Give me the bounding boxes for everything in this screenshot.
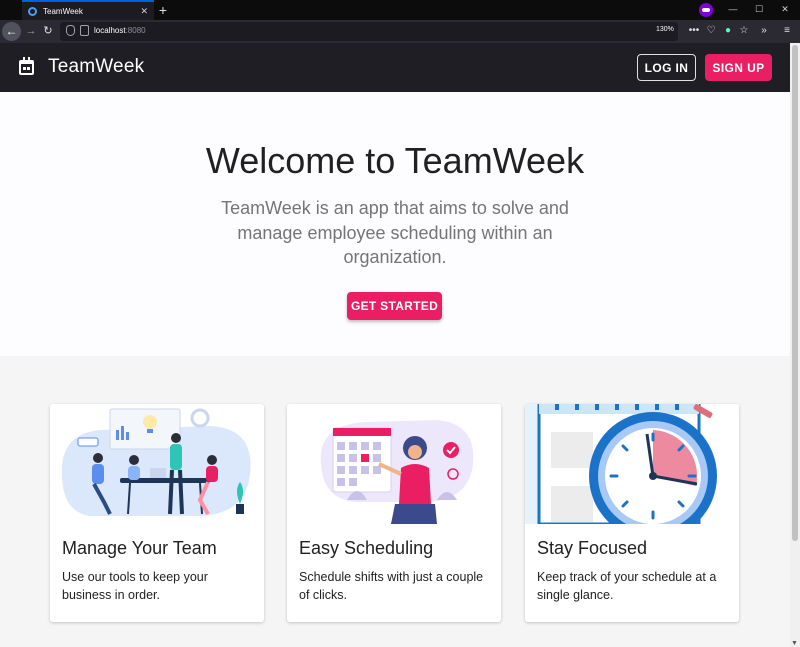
maximize-icon[interactable]: ☐ (748, 2, 770, 16)
browser-window: TeamWeek ✕ + — ☐ ✕ ← → ↻ localhost:8080 … (0, 0, 800, 647)
page-icon (80, 25, 89, 36)
stopwatch-illustration (525, 404, 739, 524)
card-text: Schedule shifts with just a couple of cl… (299, 570, 484, 602)
tab-strip: TeamWeek ✕ + — ☐ ✕ (0, 0, 800, 20)
url-text[interactable]: localhost:8080 (94, 26, 146, 35)
window-close-icon[interactable]: ✕ (774, 2, 796, 16)
card-text: Use our tools to keep your business in o… (62, 570, 208, 602)
get-started-button[interactable]: GET STARTED (347, 292, 442, 320)
minimize-icon[interactable]: — (722, 2, 744, 16)
card-title: Stay Focused (537, 538, 648, 558)
back-icon[interactable]: ← (2, 22, 21, 41)
scrollbar-thumb[interactable] (792, 45, 798, 541)
card-title: Easy Scheduling (299, 538, 434, 558)
tab-title: TeamWeek (43, 6, 83, 16)
extension-icon[interactable]: ● (721, 23, 735, 39)
feature-card-team: Manage Your Team Use our tools to keep y… (50, 404, 264, 622)
hero-title: Welcome to TeamWeek (205, 140, 585, 181)
calendar-icon (19, 57, 34, 75)
card-title: Manage Your Team (62, 538, 217, 558)
app-bar: TeamWeek LOG IN SIGN UP (0, 43, 790, 92)
url-host: localhost (94, 26, 126, 35)
signup-button[interactable]: SIGN UP (705, 54, 772, 81)
pocket-icon[interactable]: ♡ (704, 23, 718, 39)
reload-icon[interactable]: ↻ (41, 23, 55, 39)
brand-title[interactable]: TeamWeek (48, 56, 144, 78)
more-icon[interactable]: ••• (687, 23, 701, 39)
star-icon[interactable]: ☆ (737, 23, 751, 39)
login-button[interactable]: LOG IN (637, 54, 696, 81)
scrollbar[interactable]: ▼ (790, 43, 800, 647)
team-illustration (50, 404, 264, 524)
favicon-icon (28, 6, 37, 16)
scheduling-illustration (287, 404, 501, 524)
browser-tab[interactable]: TeamWeek ✕ (22, 0, 154, 20)
hero-subtitle: TeamWeek is an app that aims to solve an… (221, 198, 569, 267)
new-tab-icon[interactable]: + (156, 1, 170, 19)
menu-icon[interactable]: ≡ (780, 23, 794, 39)
hero-section: Welcome to TeamWeek TeamWeek is an app t… (0, 92, 790, 356)
feature-card-focus: Stay Focused Keep track of your schedule… (525, 404, 739, 622)
feature-card-scheduling: Easy Scheduling Schedule shifts with jus… (287, 404, 501, 622)
overflow-icon[interactable]: » (757, 23, 771, 39)
zoom-indicator[interactable]: 130% (656, 26, 674, 33)
url-bar[interactable]: localhost:8080 130% (60, 22, 678, 41)
shield-icon[interactable] (66, 25, 75, 36)
browser-toolbar: ← → ↻ localhost:8080 130% ••• ♡ ● ☆ » ≡ (0, 20, 800, 43)
web-page: TeamWeek LOG IN SIGN UP Welcome to TeamW… (0, 43, 790, 647)
scroll-down-icon[interactable]: ▼ (791, 640, 798, 647)
card-text: Keep track of your schedule at a single … (537, 570, 717, 602)
tab-close-icon[interactable]: ✕ (140, 6, 148, 17)
forward-icon[interactable]: → (24, 23, 38, 39)
url-port: :8080 (125, 26, 146, 35)
private-browsing-icon (699, 3, 713, 17)
